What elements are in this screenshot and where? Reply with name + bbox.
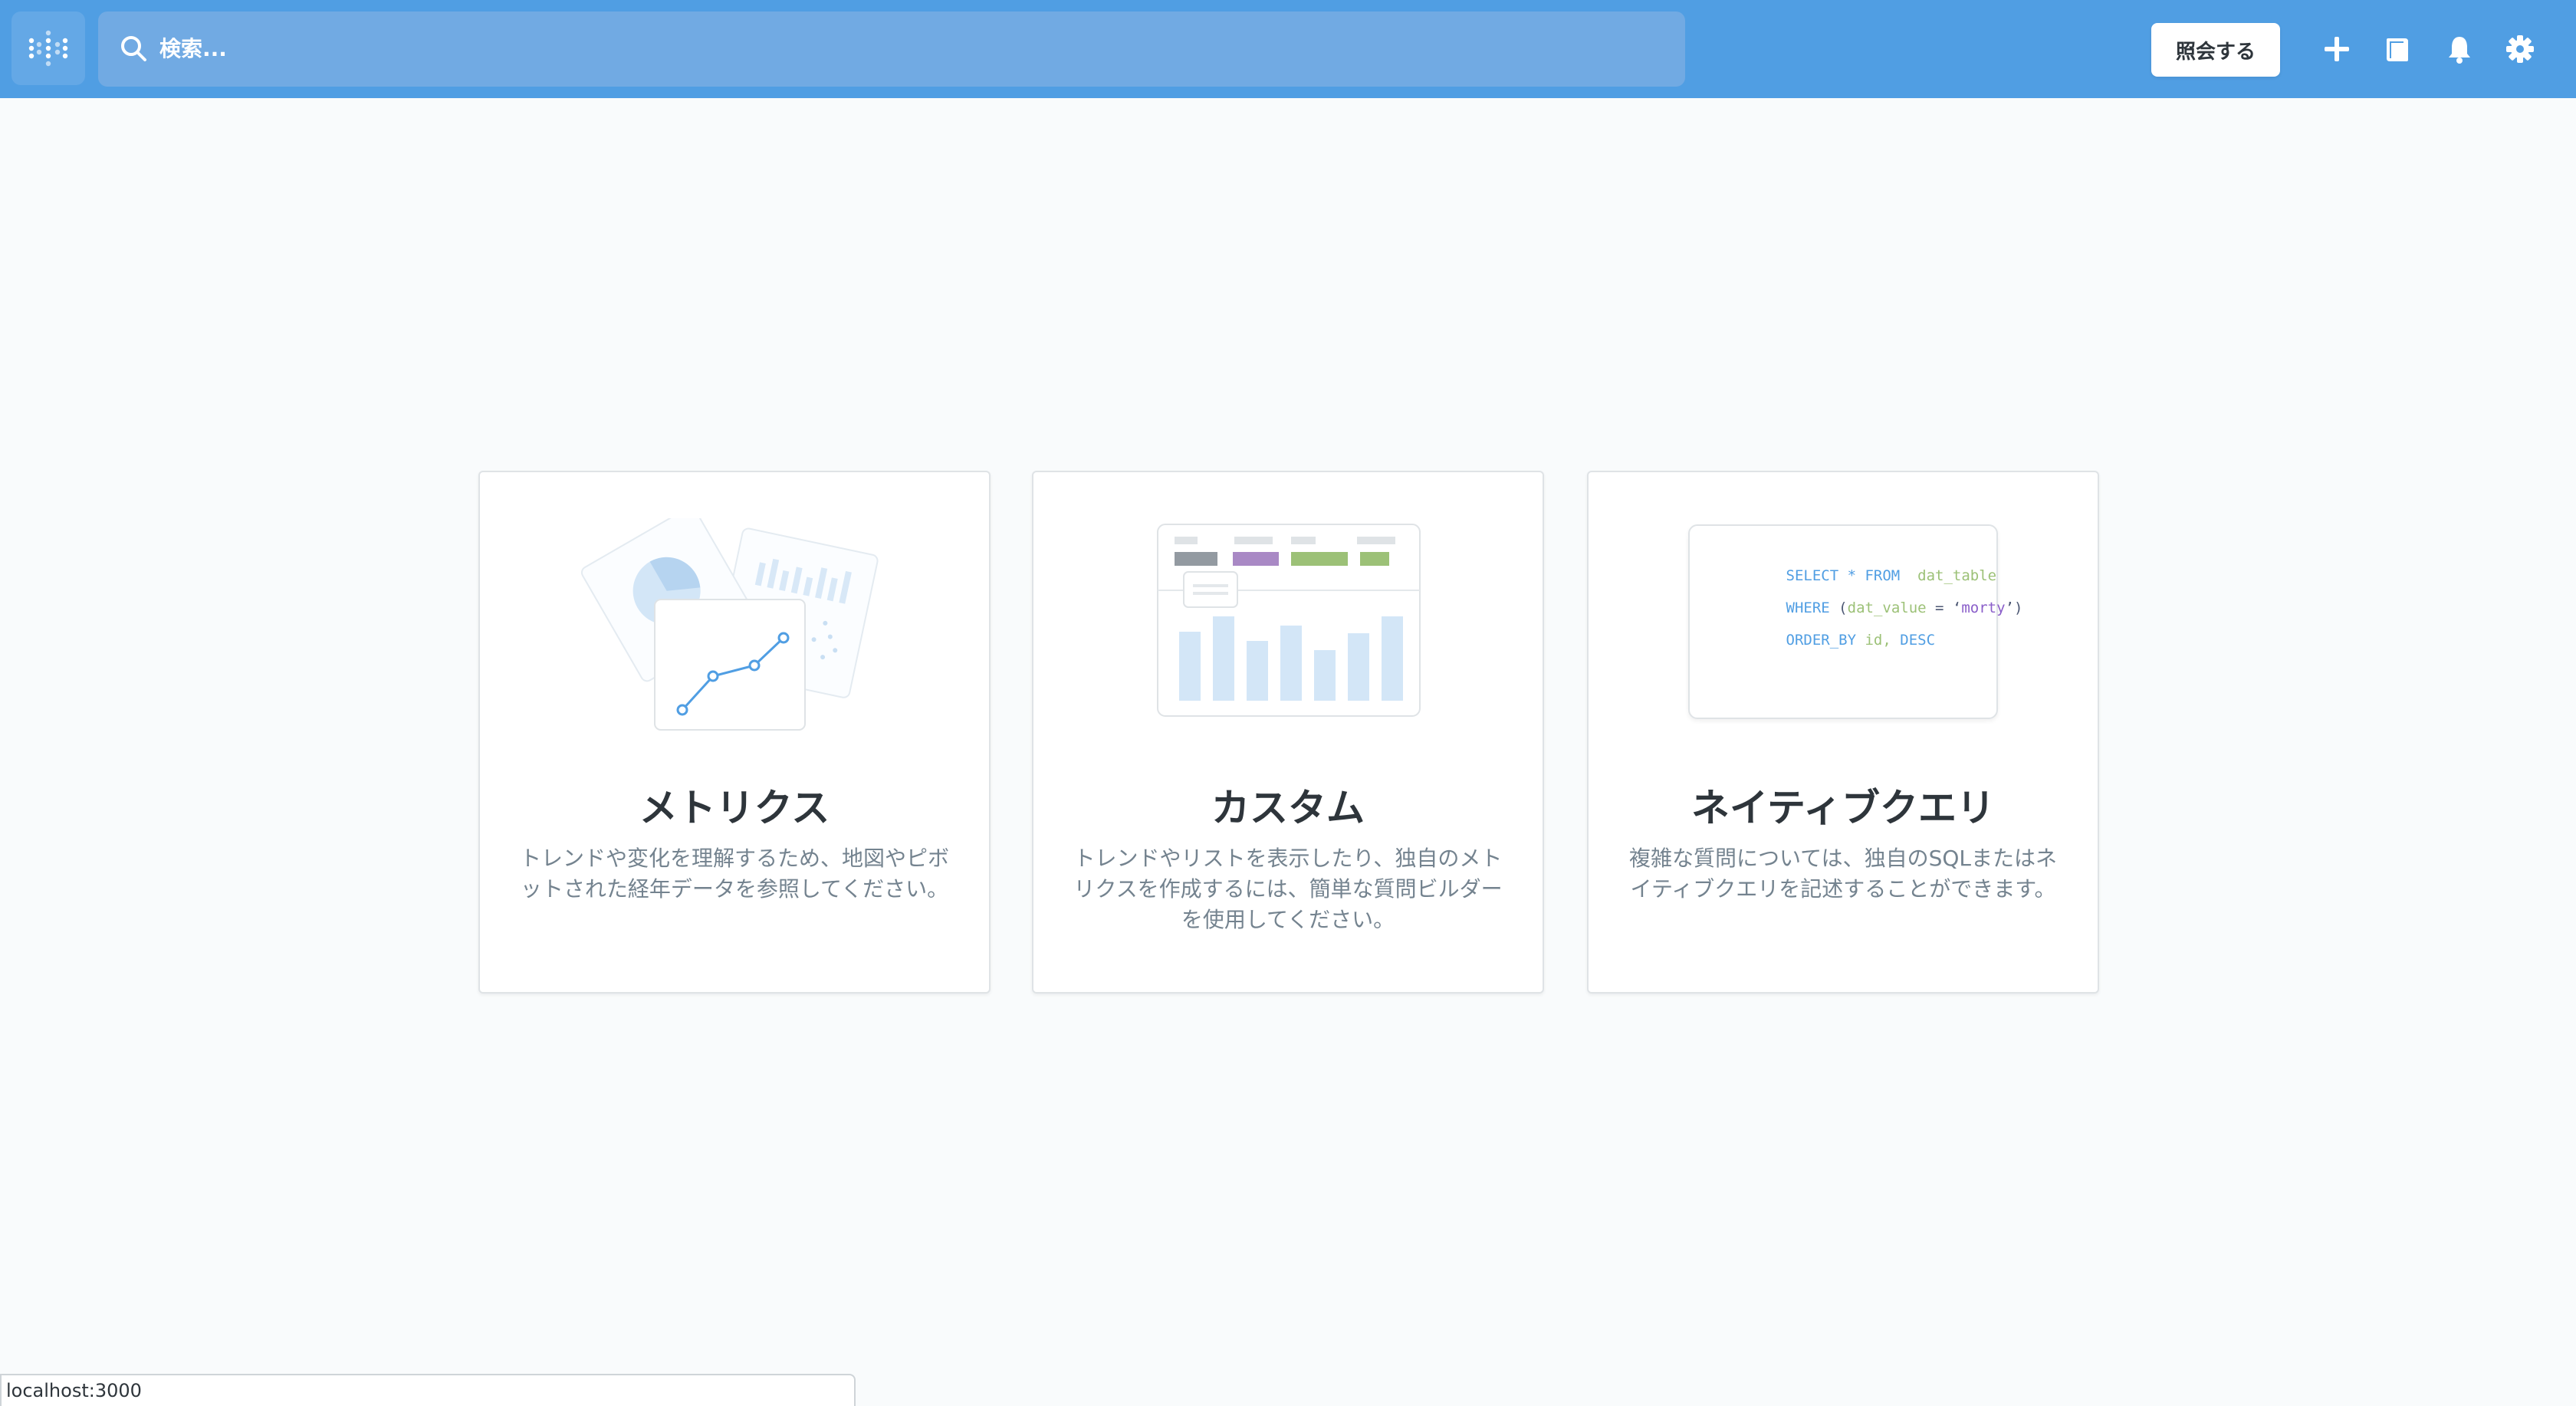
collection-icon[interactable] xyxy=(2379,31,2416,67)
metabase-logo[interactable] xyxy=(12,11,85,85)
sql-paren: ( xyxy=(1838,600,1848,616)
card-description-native-query: 複雑な質問については、独自のSQLまたはネイティブクエリを記述することができます… xyxy=(1628,846,2057,902)
top-nav: 検索... 照会する xyxy=(0,0,2576,98)
sql-table: dat_table xyxy=(1917,567,1997,584)
status-bar-url: localhost:3000 xyxy=(0,1374,856,1406)
card-title-custom: カスタム xyxy=(1211,786,1365,830)
sql-value: morty xyxy=(1961,600,2006,616)
sql-paren: ’) xyxy=(2005,600,2023,616)
gear-icon[interactable] xyxy=(2502,31,2538,67)
sql-column: id, xyxy=(1865,632,1891,649)
card-custom[interactable]: カスタム トレンドやリストを表示したり、独自のメトリクスを作成するには、簡単な質… xyxy=(1032,471,1544,994)
sql-column: dat_value xyxy=(1847,600,1927,616)
sql-operator: = ‘ xyxy=(1926,600,1962,616)
bell-icon[interactable] xyxy=(2441,31,2478,67)
ask-question-button[interactable]: 照会する xyxy=(2151,23,2280,77)
card-description-metrics: トレンドや変化を理解するため、地図やピボットされた経年データを参照してください。 xyxy=(519,846,949,902)
search-bar[interactable]: 検索... xyxy=(98,11,1685,87)
search-input[interactable]: 検索... xyxy=(159,33,227,65)
card-native-query[interactable]: SELECT * FROM dat_table WHERE (dat_value… xyxy=(1587,471,2099,994)
card-metrics[interactable]: メトリクス トレンドや変化を理解するため、地図やピボットされた経年データを参照し… xyxy=(478,471,991,994)
card-description-custom: トレンドやリストを表示したり、独自のメトリクスを作成するには、簡単な質問ビルダー… xyxy=(1073,846,1503,932)
sql-keyword: DESC xyxy=(1900,632,1936,649)
card-title-metrics: メトリクス xyxy=(639,786,830,830)
search-icon xyxy=(120,34,147,65)
sql-keyword: SELECT * FROM xyxy=(1786,567,1901,584)
sql-keyword: ORDER_BY xyxy=(1786,632,1857,649)
custom-question-illustration xyxy=(1033,518,1543,741)
sql-keyword: WHERE xyxy=(1786,600,1830,616)
card-title-native-query: ネイティブクエリ xyxy=(1691,786,1995,830)
metrics-illustration xyxy=(480,506,989,741)
sql-illustration: SELECT * FROM dat_table WHERE (dat_value… xyxy=(1589,518,2098,741)
sql-code-box: SELECT * FROM dat_table WHERE (dat_value… xyxy=(1688,524,2022,719)
plus-icon[interactable] xyxy=(2318,31,2355,67)
